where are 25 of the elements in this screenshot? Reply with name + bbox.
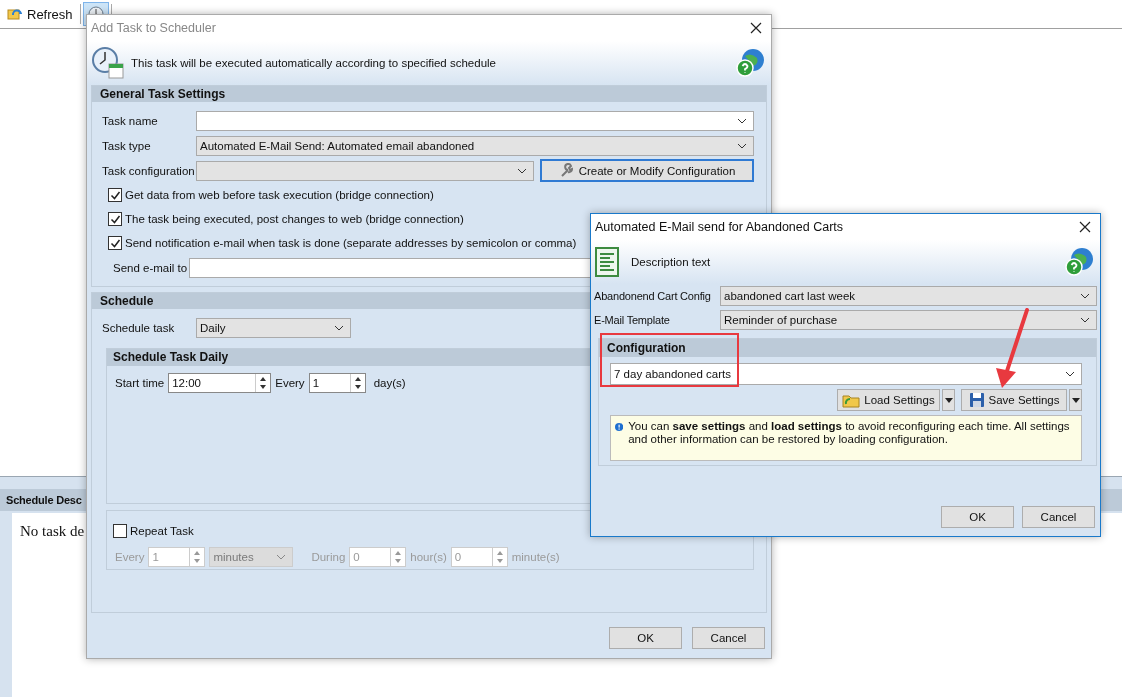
unit-label: day(s) — [373, 377, 406, 389]
checkbox-label: Repeat Task — [130, 525, 194, 537]
field-label: E-Mail Template — [594, 314, 671, 326]
field-label: During — [311, 551, 346, 563]
section-header: General Task Settings — [92, 86, 766, 102]
field-label: Task type — [102, 139, 152, 152]
field-label: Start time — [115, 377, 165, 389]
group-header: Configuration — [599, 339, 1096, 357]
description-text: No task de — [20, 523, 85, 539]
panel-title: Schedule Desc — [6, 494, 82, 506]
window-title: Add Task to Scheduler — [91, 21, 217, 35]
field-label: Schedule task — [102, 321, 176, 334]
field-label: Every — [115, 551, 145, 563]
field-label: Abandonend Cart Config — [594, 290, 712, 302]
checkbox-label: Get data from web before task execution (bridge connection) — [125, 189, 434, 201]
unit-label: minute(s) — [511, 551, 560, 563]
header-text: This task will be executed automatically according to specified schedule — [131, 57, 497, 69]
info-text: You can save settings and load settings to avoid reconfiguring each time. All settings and other information can be restored by loading configuration. — [628, 420, 1071, 446]
header-text: Description text — [631, 256, 712, 268]
window-title: Automated E-Mail send for Abandoned Carts — [595, 220, 845, 234]
field-label: Every — [275, 377, 305, 389]
field-label: Task name — [102, 114, 159, 127]
unit-label: hour(s) — [410, 551, 447, 563]
checkbox-label: Send notification e-mail when task is done (separate addresses by semicolon or comma) — [125, 237, 577, 249]
checkbox-label: The task being executed, post changes to web (bridge connection) — [125, 213, 464, 225]
